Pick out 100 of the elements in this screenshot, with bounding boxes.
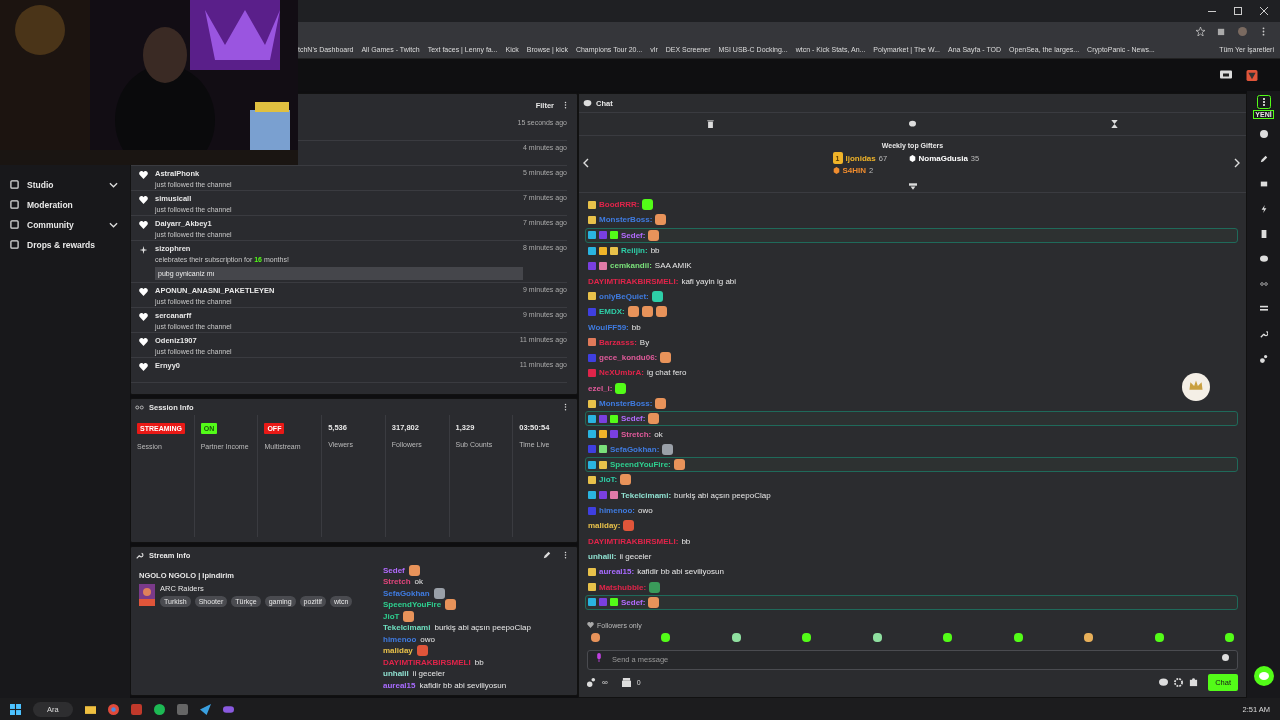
media-icon[interactable] — [130, 703, 142, 715]
close-icon[interactable] — [1260, 7, 1268, 15]
heart-icon — [587, 622, 594, 628]
chat-text: ii geceler — [412, 669, 445, 679]
heart-icon — [139, 196, 148, 204]
trash-icon[interactable] — [706, 120, 714, 128]
gifter-name: ljonidas — [845, 153, 876, 163]
puzzle-icon[interactable] — [1189, 677, 1199, 687]
chat-username[interactable]: Sedef: — [621, 597, 646, 607]
chat-text: By — [639, 337, 650, 347]
sidebar-item[interactable]: Studio — [27, 179, 101, 190]
chat-username[interactable]: ezel_i: — [588, 383, 613, 393]
heart-icon — [139, 171, 148, 179]
microphone-icon[interactable] — [596, 653, 602, 662]
chat-bubble-icon[interactable] — [1159, 677, 1169, 687]
hourglass-icon[interactable] — [1111, 120, 1119, 128]
chat-username[interactable]: maliday: — [588, 521, 621, 531]
document-icon[interactable] — [1259, 230, 1268, 238]
chat-text: kafi yayin ig abi — [681, 276, 737, 286]
windows-logo-icon[interactable] — [10, 703, 21, 715]
chat-username[interactable]: gece_kondu06: — [599, 353, 658, 363]
link-icon — [135, 403, 144, 411]
link-icon[interactable] — [1259, 280, 1268, 288]
emote-icon[interactable] — [661, 633, 671, 642]
browser-icon[interactable] — [107, 703, 119, 715]
chat-bubble-icon — [583, 99, 592, 107]
chat-username[interactable]: Sedef: — [621, 230, 646, 240]
emote-icon[interactable] — [1084, 633, 1094, 642]
chevron-down-icon[interactable] — [109, 221, 118, 228]
folder-icon[interactable] — [84, 703, 96, 715]
chat-username: DAYIMTIRAKBIRSMELI — [383, 657, 471, 667]
chat-text: bb — [650, 246, 660, 256]
sidebar-item[interactable]: Drops & rewards — [27, 239, 118, 250]
maximize-icon[interactable] — [1234, 7, 1242, 15]
emote-icon[interactable] — [802, 633, 812, 642]
gifter-name: S4HIN — [842, 166, 867, 175]
pencil-icon[interactable] — [543, 551, 551, 559]
chat-bubble-icon[interactable] — [909, 120, 916, 128]
chat-username[interactable]: SpeendYouFire: — [610, 460, 671, 470]
chat-username: Stretch — [383, 577, 411, 587]
kebab-icon[interactable] — [1256, 95, 1271, 109]
chat-username: Sedef — [383, 565, 405, 575]
menu-item-icon — [10, 200, 19, 209]
nodes-icon[interactable] — [1259, 355, 1268, 363]
pencil-icon[interactable] — [1259, 155, 1268, 163]
display-icon[interactable] — [1220, 69, 1232, 81]
list-icon[interactable] — [1259, 305, 1268, 313]
heart-icon — [139, 221, 148, 229]
chat-username: Tekelcimami — [383, 623, 431, 633]
store-icon[interactable] — [621, 677, 631, 687]
sidebar-item[interactable]: Community — [27, 219, 101, 230]
chat-text: SAA AMIK — [654, 261, 692, 271]
star-icon — [139, 246, 148, 254]
chat-text: ii geceler — [619, 551, 652, 561]
kebab-icon[interactable] — [564, 551, 567, 559]
chat-username[interactable]: Tekelcimami: — [621, 490, 672, 500]
app-logo-icon[interactable] — [1246, 69, 1258, 81]
share-icon[interactable] — [587, 677, 596, 687]
collapse-icon[interactable] — [908, 183, 917, 190]
settings-icon[interactable] — [1174, 677, 1184, 687]
chat-username[interactable]: JioT: — [599, 475, 618, 485]
emote-icon[interactable] — [943, 633, 953, 642]
chat-username[interactable]: Reiijin: — [621, 246, 648, 256]
app-icon[interactable] — [176, 703, 188, 715]
crown-badge-icon[interactable] — [1182, 373, 1210, 401]
chat-text: bb — [631, 322, 641, 332]
chat-username[interactable]: Sedef: — [621, 414, 646, 424]
chat-username[interactable]: aureal15: — [599, 567, 635, 577]
sidebar-item[interactable]: Moderation — [27, 199, 118, 210]
kebab-icon[interactable] — [564, 403, 567, 411]
emote-icon[interactable] — [731, 633, 741, 642]
chat-username[interactable]: Stretch: — [621, 429, 652, 439]
bolt-icon[interactable] — [1259, 205, 1268, 213]
chat-text: ok — [414, 577, 423, 587]
kebab-icon[interactable] — [564, 101, 567, 109]
emote-icon[interactable] — [1224, 633, 1234, 642]
star-icon[interactable] — [1196, 26, 1205, 36]
chat-username[interactable]: cemkandil: — [610, 261, 652, 271]
chevron-down-icon[interactable] — [109, 181, 118, 188]
chat-username: himenoo — [383, 634, 417, 644]
chevron-right-icon[interactable] — [1234, 158, 1240, 168]
chat-username[interactable]: unhalil: — [588, 551, 617, 561]
emote-icon[interactable] — [1154, 633, 1164, 642]
emote-icon[interactable] — [1013, 633, 1023, 642]
send-icon[interactable] — [199, 703, 211, 715]
music-app-icon[interactable] — [153, 703, 165, 715]
points-text: ∞ — [602, 677, 608, 687]
chat-username[interactable]: EMDX: — [599, 307, 625, 317]
chat-username: maliday — [383, 646, 413, 656]
chat-text: kafidir bb abi seviliyosun — [419, 680, 507, 690]
chat-bubble-icon[interactable] — [1253, 666, 1274, 686]
chat-bubble-icon[interactable] — [1259, 255, 1268, 263]
chat-username[interactable]: onlyBeQuiet: — [599, 291, 649, 301]
emote-icon[interactable] — [872, 633, 882, 642]
emote-icon[interactable] — [591, 633, 600, 642]
chat-text: owo — [420, 634, 436, 644]
chat-text: burkiş abi açsın peepoClap — [674, 490, 771, 500]
chevron-left-icon[interactable] — [583, 158, 589, 168]
chat-username: JioT — [383, 611, 400, 621]
heart-icon — [139, 363, 148, 371]
